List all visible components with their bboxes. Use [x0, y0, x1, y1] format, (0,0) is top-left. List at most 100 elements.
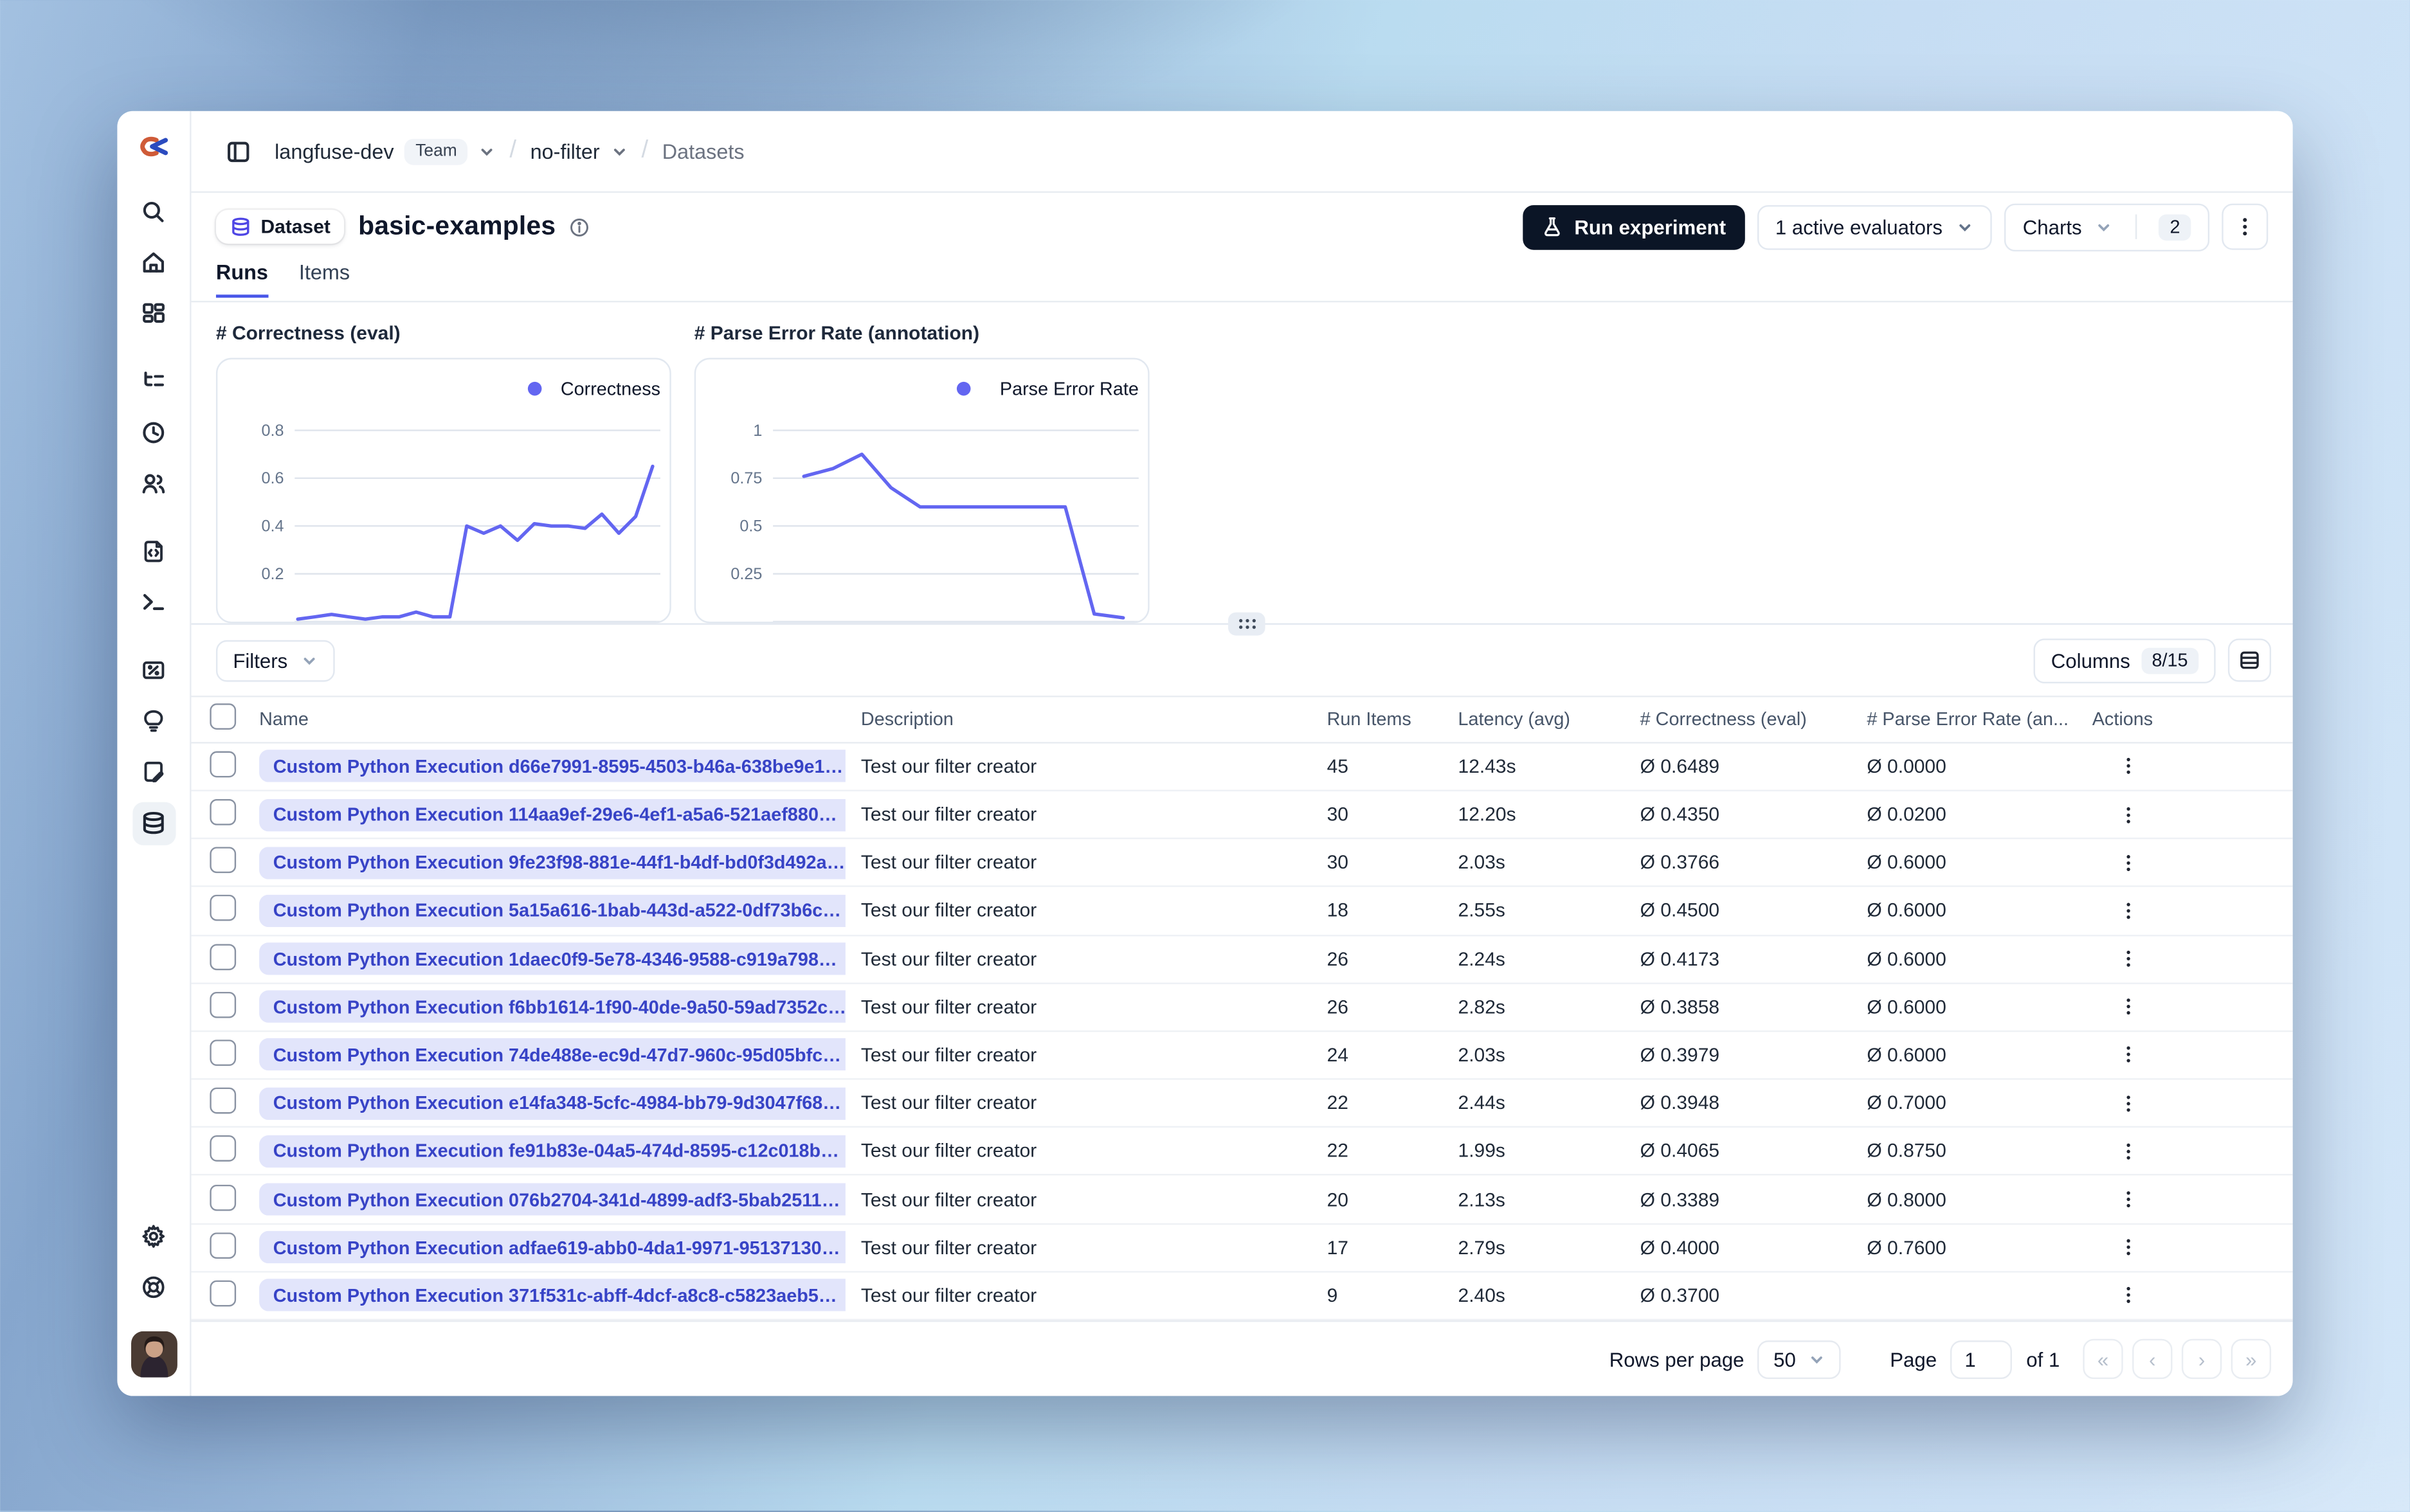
- row-checkbox[interactable]: [210, 1280, 237, 1307]
- sidebar-item-datasets[interactable]: [132, 801, 176, 845]
- filters-button[interactable]: Filters: [215, 639, 336, 681]
- row-actions-menu-button[interactable]: [2111, 894, 2145, 928]
- chevron-down-icon[interactable]: [478, 143, 495, 159]
- parse-error-rate-line-chart[interactable]: 0.25 0.5 0.75 1 Parse Error Rate: [694, 357, 1150, 624]
- breadcrumb-org[interactable]: langfuse-dev: [275, 140, 394, 163]
- run-items-count: 24: [1327, 1044, 1348, 1066]
- row-actions-menu-button[interactable]: [2111, 1279, 2145, 1313]
- row-actions-menu-button[interactable]: [2111, 750, 2145, 784]
- more-options-button[interactable]: [2222, 203, 2269, 250]
- table-row[interactable]: Custom Python Execution e14fa348-5cfc-49…: [191, 1080, 2293, 1128]
- row-actions-menu-button[interactable]: [2111, 1134, 2145, 1168]
- run-name-link[interactable]: Custom Python Execution 371f531c-abff-4d…: [259, 1279, 846, 1312]
- row-checkbox[interactable]: [210, 1135, 237, 1162]
- run-name-link[interactable]: Custom Python Execution 5a15a616-1bab-44…: [259, 894, 846, 927]
- langfuse-logo-icon[interactable]: [132, 125, 175, 168]
- chevron-down-icon: [1959, 223, 1971, 231]
- rows-per-page-select[interactable]: 50: [1758, 1339, 1841, 1378]
- row-actions-menu-button[interactable]: [2111, 1086, 2145, 1120]
- sidebar-item-playground[interactable]: [132, 580, 175, 624]
- column-header-correctness[interactable]: # Correctness (eval): [1625, 708, 1852, 730]
- sidebar-item-prompts[interactable]: [132, 530, 175, 573]
- row-checkbox[interactable]: [210, 1232, 237, 1259]
- row-checkbox[interactable]: [210, 799, 237, 825]
- collapse-sidebar-button[interactable]: [216, 130, 259, 173]
- columns-label: Columns: [2051, 648, 2130, 672]
- row-checkbox[interactable]: [210, 943, 237, 970]
- row-actions-menu-button[interactable]: [2111, 1182, 2145, 1216]
- last-page-button[interactable]: »: [2231, 1338, 2272, 1380]
- run-name-link[interactable]: Custom Python Execution 1daec0f9-5e78-43…: [259, 942, 846, 975]
- run-name-link[interactable]: Custom Python Execution fe91b83e-04a5-47…: [259, 1135, 846, 1168]
- row-actions-menu-button[interactable]: [2111, 942, 2145, 976]
- user-avatar[interactable]: [130, 1331, 177, 1378]
- column-header-name[interactable]: Name: [244, 708, 846, 730]
- info-icon[interactable]: [570, 217, 590, 237]
- breadcrumb-section[interactable]: Datasets: [662, 140, 745, 163]
- sidebar-item-home[interactable]: [132, 242, 175, 285]
- column-header-latency[interactable]: Latency (avg): [1443, 708, 1625, 730]
- breadcrumb-project[interactable]: no-filter: [530, 140, 600, 163]
- row-actions-menu-button[interactable]: [2111, 990, 2145, 1024]
- flask-icon: [1545, 217, 1561, 237]
- sidebar-item-evaluations[interactable]: [132, 649, 175, 692]
- row-checkbox[interactable]: [210, 1040, 237, 1066]
- sidebar-item-settings[interactable]: [132, 1215, 175, 1258]
- table-row[interactable]: Custom Python Execution 371f531c-abff-4d…: [191, 1272, 2293, 1320]
- row-checkbox[interactable]: [210, 1184, 237, 1210]
- active-evaluators-button[interactable]: 1 active evaluators: [1757, 204, 1992, 249]
- table-row[interactable]: Custom Python Execution 1daec0f9-5e78-43…: [191, 935, 2293, 984]
- run-name-link[interactable]: Custom Python Execution 9fe23f98-881e-44…: [259, 846, 846, 879]
- table-row[interactable]: Custom Python Execution d66e7991-8595-45…: [191, 743, 2293, 791]
- next-page-button[interactable]: ›: [2181, 1338, 2222, 1380]
- table-row[interactable]: Custom Python Execution 9fe23f98-881e-44…: [191, 840, 2293, 888]
- tab-runs[interactable]: Runs: [215, 261, 268, 298]
- sidebar-item-insights[interactable]: [132, 699, 175, 742]
- table-row[interactable]: Custom Python Execution fe91b83e-04a5-47…: [191, 1128, 2293, 1176]
- sidebar-item-search[interactable]: [132, 190, 175, 233]
- tab-items[interactable]: Items: [299, 261, 350, 295]
- run-name-link[interactable]: Custom Python Execution d66e7991-8595-45…: [259, 750, 846, 783]
- run-experiment-button[interactable]: Run experiment: [1523, 204, 1744, 249]
- sidebar-item-sessions[interactable]: [132, 411, 175, 454]
- chevron-down-icon[interactable]: [610, 143, 627, 159]
- row-checkbox[interactable]: [210, 991, 237, 1018]
- run-name-link[interactable]: Custom Python Execution f6bb1614-1f90-40…: [259, 991, 846, 1023]
- run-name-link[interactable]: Custom Python Execution 114aa9ef-29e6-4e…: [259, 798, 846, 831]
- row-checkbox[interactable]: [210, 751, 237, 777]
- table-row[interactable]: Custom Python Execution f6bb1614-1f90-40…: [191, 984, 2293, 1032]
- select-all-checkbox[interactable]: [210, 704, 237, 730]
- table-row[interactable]: Custom Python Execution 076b2704-341d-48…: [191, 1176, 2293, 1225]
- row-height-button[interactable]: [2227, 638, 2272, 682]
- sidebar-item-users[interactable]: [132, 462, 175, 505]
- row-checkbox[interactable]: [210, 847, 237, 874]
- previous-page-button[interactable]: ‹: [2132, 1338, 2173, 1380]
- column-header-run-items[interactable]: Run Items: [1312, 708, 1443, 730]
- table-row[interactable]: Custom Python Execution 5a15a616-1bab-44…: [191, 887, 2293, 936]
- run-name-link[interactable]: Custom Python Execution e14fa348-5cfc-49…: [259, 1086, 846, 1120]
- panel-resize-handle[interactable]: [1228, 612, 1265, 636]
- sidebar-item-tracing[interactable]: [132, 360, 175, 403]
- table-row[interactable]: Custom Python Execution 74de488e-ec9d-47…: [191, 1032, 2293, 1080]
- run-name-link[interactable]: Custom Python Execution 076b2704-341d-48…: [259, 1183, 846, 1216]
- table-row[interactable]: Custom Python Execution 114aa9ef-29e6-4e…: [191, 791, 2293, 840]
- row-actions-menu-button[interactable]: [2111, 845, 2145, 879]
- sidebar-item-support[interactable]: [132, 1266, 175, 1309]
- sidebar-item-annotation[interactable]: [132, 750, 175, 793]
- columns-button[interactable]: Columns 8/15: [2034, 638, 2216, 683]
- row-checkbox[interactable]: [210, 895, 237, 922]
- correctness-line-chart[interactable]: 0.2 0.4 0.6 0.8 Correctness: [215, 357, 671, 624]
- row-checkbox[interactable]: [210, 1088, 237, 1114]
- run-name-link[interactable]: Custom Python Execution 74de488e-ec9d-47…: [259, 1038, 846, 1072]
- first-page-button[interactable]: «: [2083, 1338, 2123, 1380]
- row-actions-menu-button[interactable]: [2111, 798, 2145, 832]
- column-header-parse-error[interactable]: # Parse Error Rate (an...: [1851, 708, 2076, 730]
- row-actions-menu-button[interactable]: [2111, 1038, 2145, 1072]
- table-row[interactable]: Custom Python Execution adfae619-abb0-4d…: [191, 1224, 2293, 1273]
- column-header-description[interactable]: Description: [846, 708, 1312, 730]
- row-actions-menu-button[interactable]: [2111, 1230, 2145, 1264]
- run-name-link[interactable]: Custom Python Execution adfae619-abb0-4d…: [259, 1231, 846, 1264]
- sidebar-item-dashboards[interactable]: [132, 292, 175, 336]
- charts-dropdown-button[interactable]: Charts 2: [2004, 203, 2210, 251]
- page-number-input[interactable]: [1950, 1339, 2013, 1378]
